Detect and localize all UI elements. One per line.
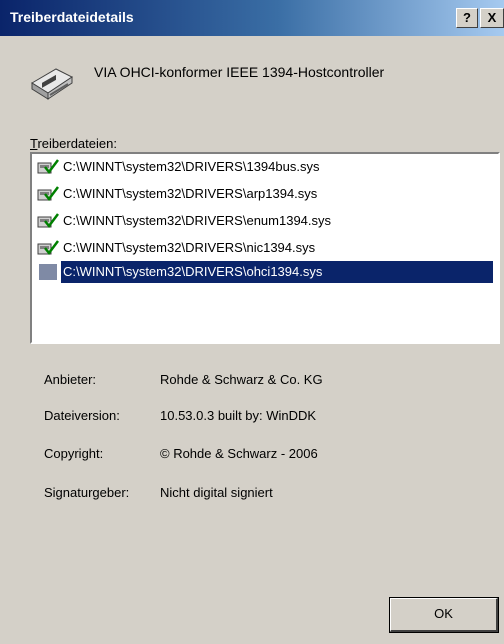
file-path: C:\WINNT\system32\DRIVERS\nic1394.sys [63,240,316,255]
file-path: C:\WINNT\system32\DRIVERS\arp1394.sys [63,186,318,201]
list-item-selected[interactable]: C:\WINNT\system32\DRIVERS\ohci1394.sys [35,261,495,283]
help-button[interactable]: ? [456,8,478,28]
signer-label: Signaturgeber: [44,485,130,500]
signed-driver-icon [37,213,59,229]
title-bar: Treiberdateidetails ? X [0,0,504,36]
file-path: C:\WINNT\system32\DRIVERS\ohci1394.sys [63,264,323,279]
device-name: VIA OHCI-konformer IEEE 1394-Hostcontrol… [94,64,385,80]
controller-card-icon [31,68,73,100]
list-item[interactable]: C:\WINNT\system32\DRIVERS\arp1394.sys [35,183,495,205]
list-item[interactable]: C:\WINNT\system32\DRIVERS\enum1394.sys [35,210,495,232]
signed-driver-icon [37,186,59,202]
provider-value: Rohde & Schwarz & Co. KG [160,372,323,387]
file-path: C:\WINNT\system32\DRIVERS\1394bus.sys [63,159,320,174]
signer-value: Nicht digital signiert [160,485,273,500]
list-item[interactable]: C:\WINNT\system32\DRIVERS\nic1394.sys [35,237,495,259]
close-button[interactable]: X [480,8,504,28]
signed-driver-icon [37,240,59,256]
label-text: reiberdateien: [37,136,117,151]
ok-button[interactable]: OK [389,597,499,633]
driver-files-label: Treiberdateien: [30,136,117,151]
provider-label: Anbieter: [44,372,97,387]
copyright-value: © Rohde & Schwarz - 2006 [160,446,318,461]
driver-files-list[interactable]: C:\WINNT\system32\DRIVERS\1394bus.sys C:… [30,152,500,344]
window-title: Treiberdateidetails [10,9,134,25]
list-item[interactable]: C:\WINNT\system32\DRIVERS\1394bus.sys [35,156,495,178]
signed-driver-icon [37,159,59,175]
copyright-label: Copyright: [44,446,104,461]
file-version-label: Dateiversion: [44,408,120,423]
unsigned-driver-icon [39,264,57,280]
file-path: C:\WINNT\system32\DRIVERS\enum1394.sys [63,213,332,228]
file-version-value: 10.53.0.3 built by: WinDDK [160,408,317,423]
